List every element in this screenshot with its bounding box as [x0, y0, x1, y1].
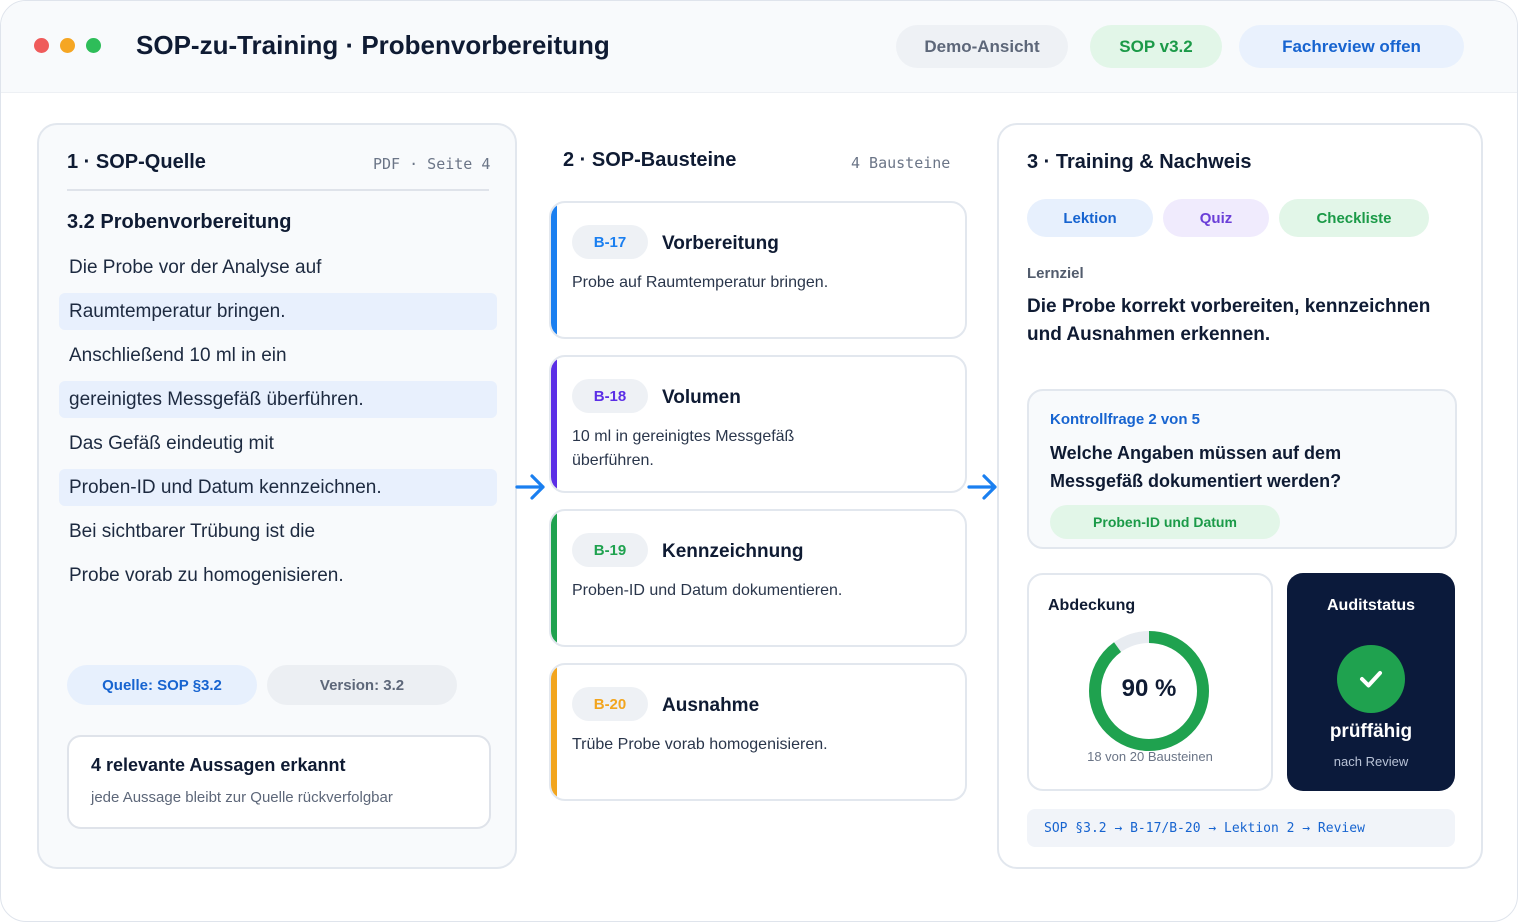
training-panel-title: 3 · Training & Nachweis: [1027, 151, 1252, 173]
block-color-bar: [551, 357, 557, 491]
question-counter: Kontrollfrage 2 von 5: [1050, 411, 1201, 428]
blocks-panel-title: 2 · SOP-Bausteine: [563, 149, 737, 171]
block-color-bar: [551, 665, 557, 799]
extraction-summary: 4 relevante Aussagen erkannt jede Aussag…: [67, 735, 491, 829]
source-reference-tag[interactable]: Quelle: SOP §3.2: [67, 665, 257, 705]
sop-block-card[interactable]: B-20 Ausnahme Trübe Probe vorab homogeni…: [549, 663, 967, 801]
sop-source-panel: 1 · SOP-Quelle PDF · Seite 4 3.2 Probenv…: [37, 123, 517, 869]
block-description: Probe auf Raumtemperatur bringen.: [572, 274, 829, 291]
source-line[interactable]: Probe vorab zu homogenisieren.: [59, 557, 497, 594]
block-description: 10 ml in gereinigtes Messgefäß überführe…: [572, 428, 795, 469]
tab-lesson[interactable]: Lektion: [1027, 199, 1153, 237]
block-color-bar: [551, 203, 557, 337]
coverage-percent: 90 %: [1121, 675, 1177, 702]
title-bar: SOP-zu-Training · Probenvorbereitung Dem…: [1, 1, 1517, 93]
objective-text: Die Probe korrekt vorbereiten, kennzeich…: [1027, 296, 1431, 345]
sop-block-card[interactable]: B-19 Kennzeichnung Proben-ID und Datum d…: [549, 509, 967, 647]
source-line-highlighted[interactable]: Raumtemperatur bringen.: [59, 293, 497, 330]
blocks-meta: 4 Bausteine: [851, 154, 951, 172]
app-window: SOP-zu-Training · Probenvorbereitung Dem…: [0, 0, 1518, 922]
app-title: SOP-zu-Training · Probenvorbereitung: [136, 30, 610, 60]
source-line[interactable]: Das Gefäß eindeutig mit: [59, 425, 497, 462]
tab-quiz[interactable]: Quiz: [1163, 199, 1269, 237]
source-section-heading: 3.2 Probenvorbereitung: [67, 211, 292, 233]
minimize-window-button[interactable]: [60, 38, 75, 53]
close-window-button[interactable]: [34, 38, 49, 53]
source-meta: PDF · Seite 4: [373, 155, 491, 173]
block-id-badge: B-18: [572, 379, 648, 413]
block-color-bar: [551, 511, 557, 645]
block-description: Trübe Probe vorab homogenisieren.: [572, 736, 828, 753]
source-line[interactable]: Anschließend 10 ml in ein: [59, 337, 497, 374]
arrow-right-icon: [515, 474, 545, 500]
summary-title: 4 relevante Aussagen erkannt: [91, 755, 346, 775]
coverage-title: Abdeckung: [1048, 597, 1136, 614]
source-line[interactable]: Die Probe vor der Analyse auf: [59, 249, 497, 286]
summary-subtitle: jede Aussage bleibt zur Quelle rückverfo…: [91, 789, 393, 806]
question-text: Welche Angaben müssen auf dem Messgefäß …: [1050, 443, 1342, 491]
block-id-badge: B-20: [572, 687, 648, 721]
block-name: Volumen: [662, 387, 741, 408]
source-line-highlighted[interactable]: Proben-ID und Datum kennzeichnen.: [59, 469, 497, 506]
source-line-highlighted[interactable]: gereinigtes Messgefäß überführen.: [59, 381, 497, 418]
block-name: Kennzeichnung: [662, 541, 804, 562]
coverage-card: Abdeckung 90 % 18 von 20 Bausteinen: [1027, 573, 1273, 791]
sop-version-badge[interactable]: SOP v3.2: [1090, 25, 1222, 68]
objective-label: Lernziel: [1027, 265, 1084, 282]
audit-subtitle: nach Review: [1333, 754, 1409, 769]
audit-status: prüffähig: [1329, 721, 1413, 742]
coverage-subtitle: 18 von 20 Bausteinen: [1087, 749, 1213, 764]
audit-title: Auditstatus: [1327, 597, 1415, 614]
source-panel-title: 1 · SOP-Quelle: [67, 151, 206, 173]
block-description: Proben-ID und Datum dokumentieren.: [572, 582, 843, 599]
version-tag[interactable]: Version: 3.2: [267, 665, 457, 705]
source-line[interactable]: Bei sichtbarer Trübung ist die: [59, 513, 497, 550]
arrow-right-icon: [967, 474, 997, 500]
quiz-question-card: Kontrollfrage 2 von 5 Welche Angaben müs…: [1027, 389, 1457, 549]
tab-checklist[interactable]: Checkliste: [1279, 199, 1429, 237]
training-panel: 3 · Training & Nachweis Lektion Quiz Che…: [997, 123, 1483, 869]
traceability-path: SOP §3.2 → B-17/B-20 → Lektion 2 → Revie…: [1027, 809, 1455, 847]
audit-status-card: Auditstatus prüffähig nach Review: [1287, 573, 1455, 791]
checkmark-icon: [1337, 645, 1405, 713]
block-id-badge: B-19: [572, 533, 648, 567]
review-status-button[interactable]: Fachreview offen: [1239, 25, 1464, 68]
block-id-badge: B-17: [572, 225, 648, 259]
demo-view-badge[interactable]: Demo-Ansicht: [896, 25, 1068, 68]
maximize-window-button[interactable]: [86, 38, 101, 53]
sop-block-card[interactable]: B-18 Volumen 10 ml in gereinigtes Messge…: [549, 355, 967, 493]
block-name: Ausnahme: [662, 695, 760, 716]
divider: [67, 189, 489, 191]
block-name: Vorbereitung: [662, 233, 779, 254]
sop-block-card[interactable]: B-17 Vorbereitung Probe auf Raumtemperat…: [549, 201, 967, 339]
answer-option[interactable]: Proben-ID und Datum: [1050, 505, 1280, 539]
